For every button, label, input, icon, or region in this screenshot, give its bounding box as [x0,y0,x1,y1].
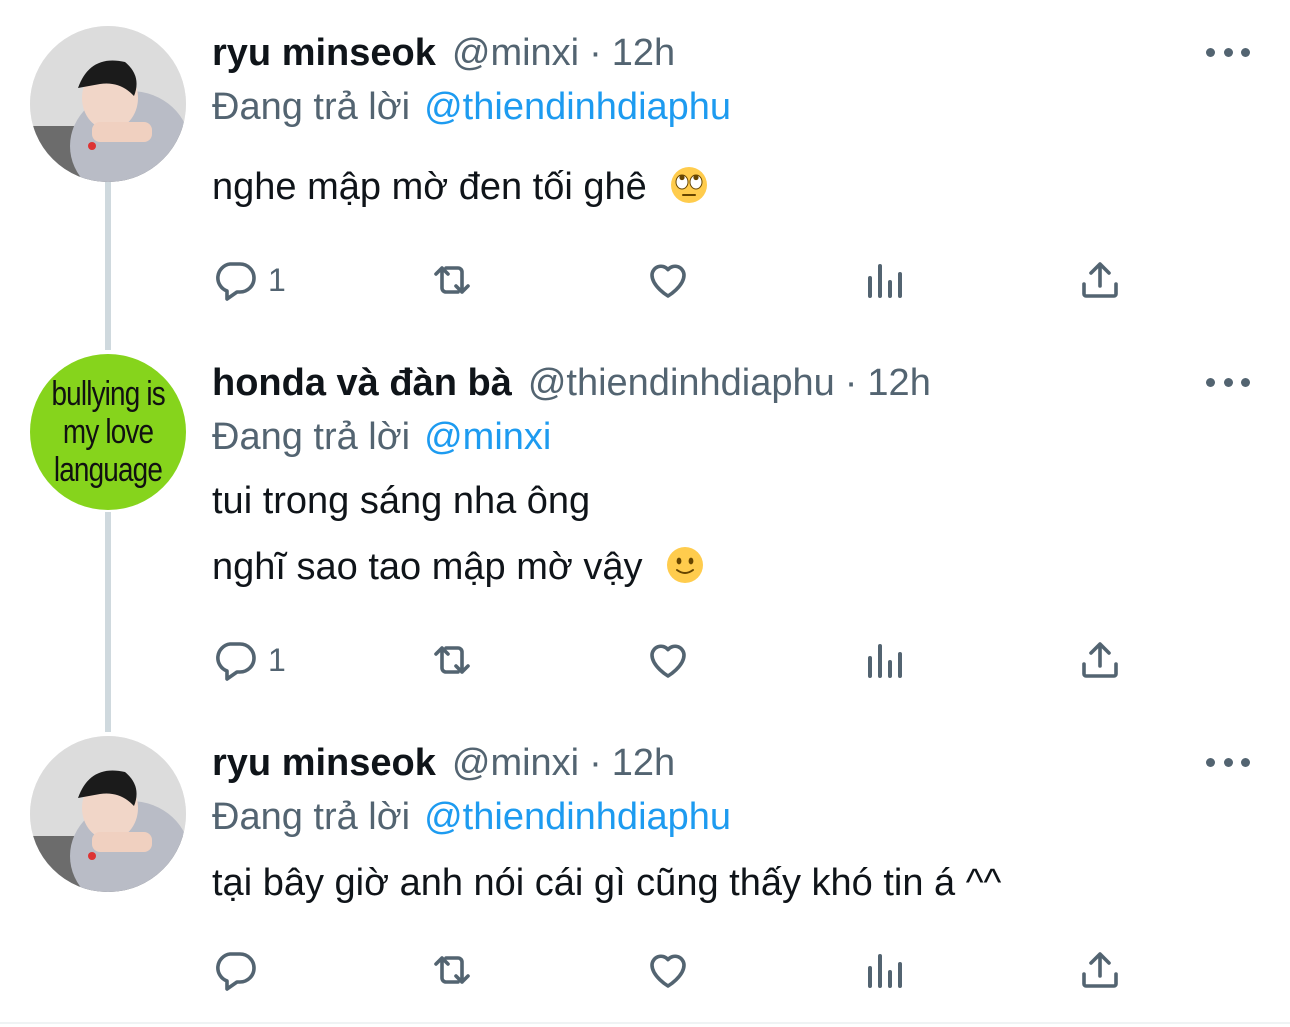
analytics-icon [868,954,902,988]
more-options-icon[interactable] [1206,752,1250,772]
tweet-header: ryu minseok @minxi · 12h [212,28,675,78]
replying-to: Đang trả lời @thiendinhdiaphu [212,792,731,842]
tweet-actions: 1 [0,250,1290,310]
thread-connector [105,512,111,732]
mention-link[interactable]: @minxi [424,416,551,458]
timestamp[interactable]: 12h [612,28,675,78]
separator-dot: · [589,32,602,74]
share-button[interactable] [1076,250,1124,310]
retweet-button[interactable] [428,630,476,690]
username[interactable]: @thiendinhdiaphu [528,358,835,408]
avatar[interactable] [30,736,186,892]
replying-prefix: Đang trả lời [212,796,411,838]
tweet-text: nghĩ sao tao mập mờ vậy [212,542,705,592]
username[interactable]: @minxi [452,738,579,788]
avatar-text-line: my love [62,413,154,451]
retweet-icon [434,956,470,984]
username[interactable]: @minxi [452,28,579,78]
divider [0,1022,1290,1024]
tweet-text-line: tại bây giờ anh nói cái gì cũng thấy khó… [212,862,1002,904]
retweet-icon [434,646,470,674]
tweet-actions [0,940,1290,1000]
share-button[interactable] [1076,940,1124,1000]
replying-to: Đang trả lời @thiendinhdiaphu [212,82,731,132]
reply-icon [216,642,256,681]
retweet-button[interactable] [428,940,476,1000]
separator-dot: · [589,742,602,784]
replying-prefix: Đang trả lời [212,416,411,458]
reply-count: 1 [268,641,286,678]
like-button[interactable] [644,940,692,1000]
views-button[interactable] [860,250,908,310]
tweet-header: honda và đàn bà @thiendinhdiaphu · 12h [212,358,931,408]
tweet-text: nghe mập mờ đen tối ghê [212,162,709,212]
heart-icon [650,264,686,298]
reply-button[interactable]: 1 [212,250,286,310]
views-button[interactable] [860,630,908,690]
tweet-text-line: nghĩ sao tao mập mờ vậy [212,546,643,588]
share-icon [1082,952,1118,988]
tweet-text-line: nghe mập mờ đen tối ghê [212,166,647,208]
rolling-eyes-emoji-icon [671,167,708,203]
reply-button[interactable] [212,940,268,1000]
replying-to: Đang trả lời @minxi [212,412,551,462]
mention-link[interactable]: @thiendinhdiaphu [424,86,731,128]
avatar[interactable] [30,26,186,182]
conversation-thread: ryu minseok @minxi · 12h Đang trả lời @th… [0,0,1290,1027]
display-name[interactable]: honda và đàn bà [212,358,512,408]
like-button[interactable] [644,630,692,690]
heart-icon [650,644,686,678]
share-button[interactable] [1076,630,1124,690]
like-button[interactable] [644,250,692,310]
reply-button[interactable]: 1 [212,630,286,690]
more-options-icon[interactable] [1206,42,1250,62]
timestamp[interactable]: 12h [612,738,675,788]
tweet-text-line: tui trong sáng nha ông [212,480,591,522]
tweet-actions: 1 [0,630,1290,690]
separator-dot: · [844,362,858,404]
reply-icon [216,952,256,991]
analytics-icon [868,644,902,678]
analytics-icon [868,264,902,298]
retweet-button[interactable] [428,250,476,310]
reply-icon [216,262,256,301]
heart-icon [650,954,686,988]
avatar-photo [30,26,186,182]
display-name[interactable]: ryu minseok [212,28,436,78]
avatar-text-line: language [53,451,163,489]
display-name[interactable]: ryu minseok [212,738,436,788]
avatar-photo [30,736,186,892]
timestamp[interactable]: 12h [867,358,930,408]
avatar[interactable]: bullying is my love language [30,354,186,510]
share-icon [1082,642,1118,678]
views-button[interactable] [860,940,908,1000]
slightly-smiling-emoji-icon [667,547,704,583]
more-options-icon[interactable] [1206,372,1250,392]
tweet-header: ryu minseok @minxi · 12h [212,738,675,788]
retweet-icon [434,266,470,294]
replying-prefix: Đang trả lời [212,86,411,128]
avatar-text-line: bullying is [51,375,165,413]
reply-count: 1 [268,261,286,298]
share-icon [1082,262,1118,298]
mention-link[interactable]: @thiendinhdiaphu [424,796,731,838]
